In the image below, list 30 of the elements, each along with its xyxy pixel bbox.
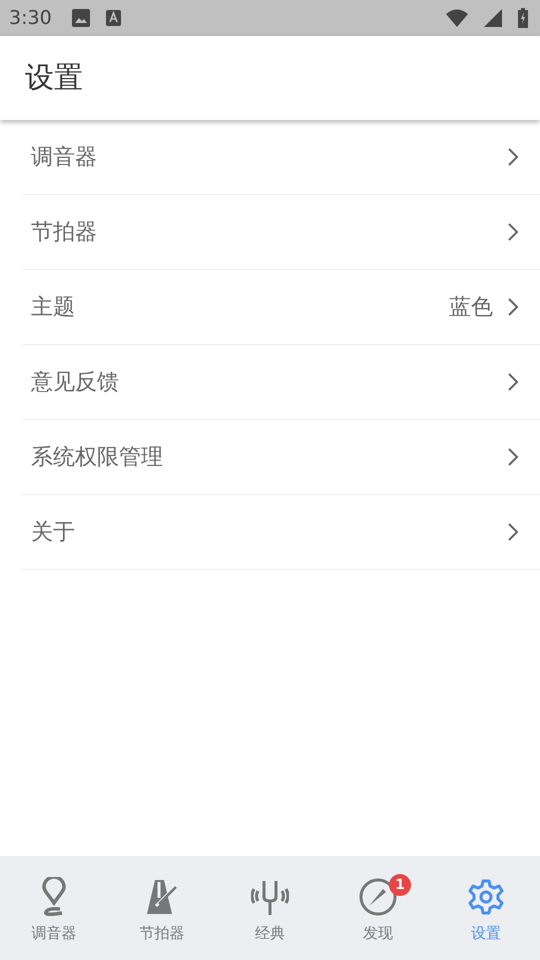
metronome-icon — [145, 878, 179, 916]
chevron-right-icon — [507, 447, 519, 467]
chevron-right-icon — [507, 297, 519, 317]
battery-icon — [518, 8, 528, 28]
location-pin-icon — [40, 877, 68, 917]
page-title: 设置 — [25, 59, 83, 96]
settings-row[interactable]: 调音器 — [22, 120, 540, 195]
settings-row[interactable]: 系统权限管理 — [22, 420, 540, 495]
tuning-fork-icon — [251, 879, 289, 915]
nav-tab[interactable]: 1 发现 — [324, 856, 432, 960]
chevron-right-icon — [507, 222, 519, 242]
chevron-right-icon — [507, 147, 519, 167]
chevron-right-icon — [507, 372, 519, 392]
wifi-icon — [446, 9, 468, 27]
nav-tab[interactable]: 经典 — [216, 856, 324, 960]
font-icon — [106, 10, 121, 26]
nav-tab[interactable]: 调音器 — [0, 856, 108, 960]
settings-value: 蓝色 — [449, 294, 493, 322]
signal-icon — [484, 9, 502, 27]
status-time: 3:30 — [9, 7, 52, 29]
compass-icon — [359, 878, 397, 916]
settings-row[interactable]: 主题 蓝色 — [22, 270, 540, 345]
settings-row[interactable]: 意见反馈 — [22, 345, 540, 420]
notification-badge: 1 — [389, 874, 411, 896]
image-icon — [72, 9, 90, 27]
chevron-right-icon — [507, 522, 519, 542]
settings-icon — [468, 879, 504, 915]
nav-tab[interactable]: 节拍器 — [108, 856, 216, 960]
settings-row[interactable]: 节拍器 — [22, 195, 540, 270]
settings-row[interactable]: 关于 — [22, 495, 540, 570]
